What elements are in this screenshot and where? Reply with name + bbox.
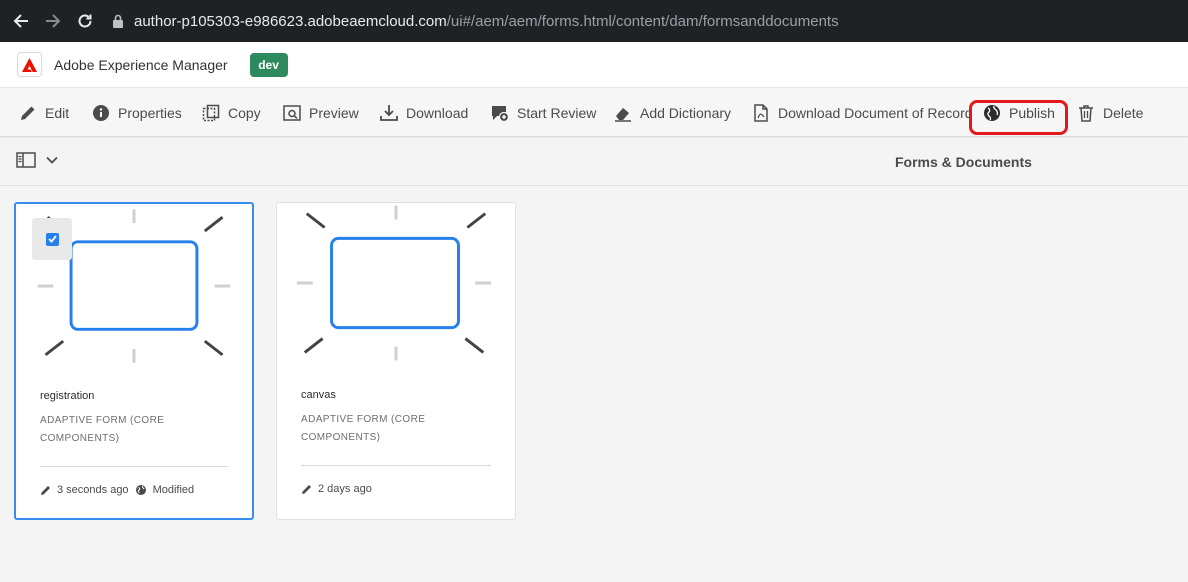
app-title[interactable]: Adobe Experience Manager (54, 57, 228, 73)
sidebar-icon (16, 152, 36, 168)
download-label: Download (406, 105, 469, 121)
properties-button[interactable]: Properties (91, 97, 182, 129)
start-review-button[interactable]: Start Review (490, 97, 596, 129)
status-text: Modified (152, 484, 195, 496)
browser-toolbar: author-p105303-e986623.adobeaemcloud.com… (0, 0, 1188, 42)
review-icon (490, 103, 510, 123)
start-review-label: Start Review (517, 105, 597, 121)
url-host: author-p105303-e986623.adobeaemcloud.com (134, 12, 447, 30)
add-dictionary-label: Add Dictionary (640, 105, 732, 121)
download-document-of-record-button[interactable]: Download Document of Record (751, 97, 973, 129)
card-type: ADAPTIVE FORM (CORE COMPONENTS) (40, 415, 165, 444)
checkmark-icon (45, 232, 59, 246)
copy-icon (201, 103, 221, 123)
preview-icon (282, 103, 302, 123)
pencil-icon (301, 484, 312, 495)
info-icon (91, 103, 111, 123)
environment-badge: dev (249, 52, 288, 77)
pencil-icon (40, 485, 51, 496)
asset-card-registration[interactable]: registration ADAPTIVE FORM (CORE COMPONE… (14, 202, 254, 520)
delete-label: Delete (1103, 105, 1144, 121)
modified-status-icon (135, 484, 147, 496)
card-meta: 2 days ago (301, 483, 372, 495)
preview-label: Preview (309, 105, 359, 121)
document-icon (751, 103, 771, 123)
card-title: registration (40, 390, 95, 402)
url-path: /ui#/aem/aem/forms.html/content/dam/form… (446, 12, 839, 30)
reload-icon[interactable] (72, 8, 98, 34)
selection-checkbox[interactable] (32, 218, 72, 260)
asset-card-canvas[interactable]: canvas ADAPTIVE FORM (CORE COMPONENTS) 2… (276, 202, 516, 520)
app-header: Adobe Experience Manager dev (0, 42, 1188, 88)
form-thumbnail-icon (296, 205, 492, 361)
eraser-icon (613, 103, 633, 123)
address-bar[interactable]: author-p105303-e986623.adobeaemcloud.com… (112, 6, 1188, 36)
pencil-icon (18, 103, 38, 123)
trash-icon (1076, 103, 1096, 123)
add-dictionary-button[interactable]: Add Dictionary (613, 97, 731, 129)
forward-arrow-icon[interactable] (40, 8, 66, 34)
download-document-of-record-label: Download Document of Record (778, 105, 973, 121)
action-bar: Edit Properties Copy Preview Download St… (0, 89, 1188, 137)
adobe-logo-icon[interactable] (17, 52, 42, 77)
card-title: canvas (301, 389, 336, 401)
preview-button[interactable]: Preview (282, 97, 359, 129)
edit-label: Edit (45, 105, 70, 121)
copy-label: Copy (228, 105, 261, 121)
properties-label: Properties (118, 105, 182, 121)
copy-button[interactable]: Copy (201, 97, 261, 129)
chevron-down-icon (46, 156, 58, 164)
download-icon (379, 103, 399, 123)
card-divider (40, 466, 228, 467)
card-divider (301, 465, 491, 466)
card-type: ADAPTIVE FORM (CORE COMPONENTS) (301, 414, 426, 443)
page-title: Forms & Documents (895, 154, 1032, 170)
card-meta: 3 seconds ago Modified (40, 484, 194, 496)
edit-button[interactable]: Edit (18, 97, 69, 129)
download-button[interactable]: Download (379, 97, 468, 129)
modified-time: 3 seconds ago (57, 484, 129, 496)
title-bar: Forms & Documents (0, 138, 1188, 186)
back-arrow-icon[interactable] (8, 8, 34, 34)
lock-icon (112, 14, 124, 28)
publish-highlight-annotation (969, 100, 1068, 135)
delete-button[interactable]: Delete (1076, 97, 1143, 129)
rail-toggle-button[interactable] (16, 152, 58, 168)
modified-time: 2 days ago (318, 483, 372, 495)
